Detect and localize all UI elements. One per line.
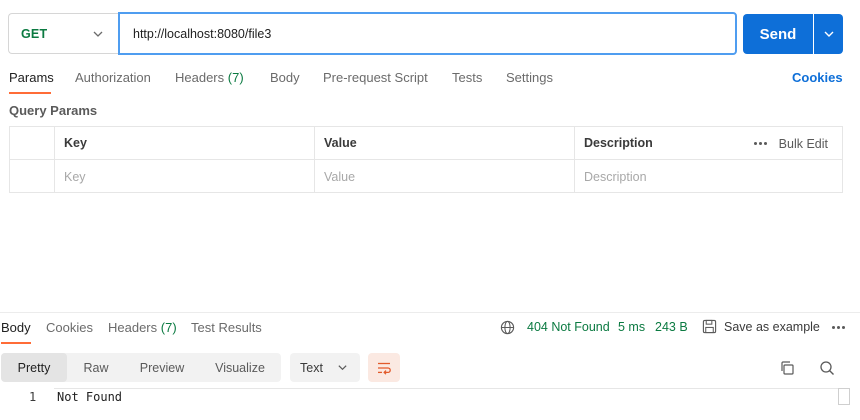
tab-settings[interactable]: Settings [506,70,553,85]
tab-params[interactable]: Params [9,70,54,85]
cookies-link[interactable]: Cookies [792,70,843,85]
key-input[interactable]: Key [54,160,314,193]
response-tab-headers[interactable]: Headers (7) [108,320,177,335]
wrap-lines-icon [378,362,391,375]
mode-pretty[interactable]: Pretty [1,353,67,382]
status-code[interactable]: 404 Not Found [527,320,610,334]
active-tab-indicator [9,92,51,94]
response-tab-test-results[interactable]: Test Results [191,320,262,335]
tab-headers[interactable]: Headers (7) [175,70,244,85]
save-as-example-button[interactable]: Save as example [702,319,820,334]
url-input[interactable]: http://localhost:8080/file3 [118,12,737,55]
save-icon [702,319,717,334]
body-view-modes: Pretty Raw Preview Visualize [1,353,281,382]
url-text: http://localhost:8080/file3 [133,26,272,41]
scrollbar[interactable] [838,388,850,405]
editor-border [54,388,838,389]
format-select[interactable]: Text [290,353,360,382]
copy-button[interactable] [777,358,797,378]
format-label: Text [300,360,323,375]
response-divider[interactable] [0,312,860,313]
table-header-row: Key Value Description Bulk Edit [10,127,842,160]
wrap-lines-button[interactable] [368,353,400,382]
send-options-button[interactable] [814,14,843,54]
table-row: Key Value Description [10,160,842,193]
save-as-example-label: Save as example [724,319,820,334]
bulk-edit[interactable]: Bulk Edit [753,127,828,160]
description-input[interactable]: Description [574,160,842,193]
mode-raw[interactable]: Raw [67,353,125,382]
copy-icon [781,361,794,375]
chevron-down-icon [824,31,833,37]
more-icon[interactable] [832,326,845,329]
search-icon [820,361,834,375]
line-number: 1 [29,390,37,404]
globe-icon[interactable] [500,320,515,335]
response-body-line[interactable]: Not Found [57,390,122,404]
tab-body[interactable]: Body [270,70,300,85]
column-header-value: Value [314,127,574,159]
response-time[interactable]: 5 ms [618,320,645,334]
response-tab-cookies[interactable]: Cookies [46,320,93,335]
column-header-key: Key [54,127,314,159]
mode-preview[interactable]: Preview [125,353,199,382]
response-tab-body[interactable]: Body [1,320,31,335]
active-response-tab-indicator [1,342,31,344]
query-params-table: Key Value Description Bulk Edit Key Valu… [9,126,843,193]
mode-visualize[interactable]: Visualize [199,353,281,382]
tab-authorization[interactable]: Authorization [75,70,151,85]
method-select[interactable]: GET [8,13,118,54]
search-button[interactable] [817,358,837,378]
more-icon[interactable] [753,142,767,145]
send-button[interactable]: Send [743,14,813,54]
chevron-down-icon [338,365,347,371]
method-label: GET [21,26,48,41]
response-size[interactable]: 243 B [655,320,688,334]
chevron-down-icon [93,31,103,37]
value-input[interactable]: Value [314,160,574,193]
bulk-edit-label: Bulk Edit [778,136,828,151]
column-header-description: Description [574,127,744,159]
tab-tests[interactable]: Tests [452,70,482,85]
response-body-editor[interactable] [0,388,838,420]
query-params-title: Query Params [9,103,98,118]
tab-pre-request-script[interactable]: Pre-request Script [323,70,428,85]
